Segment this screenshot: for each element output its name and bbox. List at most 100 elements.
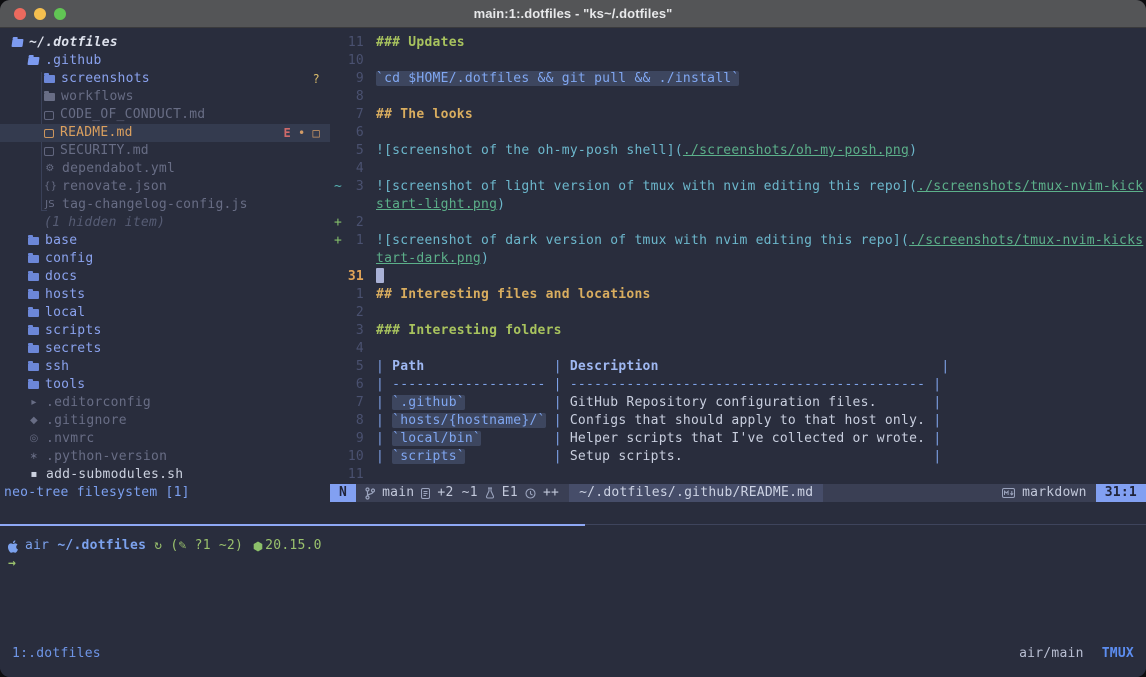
- editor-line[interactable]: 4: [330, 340, 1146, 358]
- editor-cursor: [376, 268, 384, 283]
- tree-item[interactable]: ~/.dotfiles: [0, 34, 330, 52]
- line-number: 6: [342, 376, 364, 394]
- folder-icon: [28, 309, 39, 317]
- status-badge: E: [284, 124, 291, 142]
- folder-icon: [11, 39, 23, 47]
- prompt-arrow[interactable]: →: [8, 555, 16, 573]
- line-number: 9: [342, 430, 364, 448]
- tree-item[interactable]: scripts: [0, 322, 330, 340]
- gutter-sign: [330, 250, 342, 268]
- editor-line[interactable]: +1![screenshot of dark version of tmux w…: [330, 232, 1146, 250]
- editor-line[interactable]: 10: [330, 52, 1146, 70]
- tree-item-label: (1 hidden item): [44, 214, 165, 232]
- window-titlebar: main:1:.dotfiles - "ks~/.dotfiles": [0, 0, 1146, 28]
- editor-line[interactable]: 5![screenshot of the oh-my-posh shell](.…: [330, 142, 1146, 160]
- line-number: 4: [342, 160, 364, 178]
- editor-line[interactable]: tart-dark.png): [330, 250, 1146, 268]
- tree-item[interactable]: tools: [0, 376, 330, 394]
- editor-line[interactable]: start-light.png): [330, 196, 1146, 214]
- tmux-pane-border-inactive[interactable]: [585, 524, 1146, 525]
- tree-item[interactable]: ▸.editorconfig: [0, 394, 330, 412]
- flask-icon: [485, 487, 495, 499]
- editor-line[interactable]: 6 | ------------------- | ---------------…: [330, 376, 1146, 394]
- editor-buffer[interactable]: 11### Updates109`cd $HOME/.dotfiles && g…: [330, 34, 1146, 484]
- editor-line[interactable]: 11### Updates: [330, 34, 1146, 52]
- tree-item[interactable]: ◎.nvmrc: [0, 430, 330, 448]
- file-icon: [44, 147, 54, 156]
- statusline-extra: ++: [543, 484, 559, 502]
- editor-line[interactable]: 6: [330, 124, 1146, 142]
- tree-item[interactable]: .github: [0, 52, 330, 70]
- tree-item[interactable]: local: [0, 304, 330, 322]
- git-sync-icon: ↻: [154, 537, 162, 555]
- status-row: neo-tree filesystem [1] N main +2 ~1 E1: [0, 484, 1146, 502]
- editor-line[interactable]: 7| `.github` | GitHub Repository configu…: [330, 394, 1146, 412]
- line-number: 10: [342, 448, 364, 466]
- tree-item[interactable]: config: [0, 250, 330, 268]
- editor-line[interactable]: 11: [330, 466, 1146, 484]
- shell-pane[interactable]: air ~/.dotfiles ↻ (✎ ?1 ~2) 20.15.0 → 1:…: [0, 502, 1146, 677]
- folder-icon: [28, 363, 39, 371]
- status-badge: ?: [313, 70, 320, 88]
- tree-item[interactable]: ▪add-submodules.sh: [0, 466, 330, 484]
- tree-item[interactable]: JS tag-changelog-config.js: [0, 196, 330, 214]
- tree-item[interactable]: docs: [0, 268, 330, 286]
- line-text: ## The looks: [376, 106, 473, 124]
- tmux-pane-border-active[interactable]: [0, 524, 585, 526]
- editor-line[interactable]: 7## The looks: [330, 106, 1146, 124]
- folder-icon: [28, 291, 39, 299]
- tree-item[interactable]: README.mdE•□: [0, 124, 330, 142]
- close-button[interactable]: [14, 8, 26, 20]
- editor-line[interactable]: 8| `hosts/{hostname}/` | Configs that sh…: [330, 412, 1146, 430]
- editor-line[interactable]: 9 `cd $HOME/.dotfiles && git pull && ./in…: [330, 70, 1146, 88]
- tmux-window-name[interactable]: 1:.dotfiles: [12, 645, 101, 663]
- tree-item-label: local: [45, 304, 85, 322]
- line-number: 9: [342, 70, 364, 88]
- zoom-button[interactable]: [54, 8, 66, 20]
- line-text: `cd $HOME/.dotfiles && git pull && ./ins…: [376, 70, 739, 88]
- gutter-sign: +: [330, 232, 342, 250]
- minimize-button[interactable]: [34, 8, 46, 20]
- editor-line[interactable]: 8: [330, 88, 1146, 106]
- tree-item[interactable]: SECURITY.md: [0, 142, 330, 160]
- tree-item[interactable]: workflows: [0, 88, 330, 106]
- tree-item[interactable]: CODE_OF_CONDUCT.md: [0, 106, 330, 124]
- editor-line[interactable]: 9| `local/bin` | Helper scripts that I'v…: [330, 430, 1146, 448]
- gutter-sign: [330, 304, 342, 322]
- line-number: 6: [342, 124, 364, 142]
- editor-line[interactable]: 1## Interesting files and locations: [330, 286, 1146, 304]
- tree-item[interactable]: hosts: [0, 286, 330, 304]
- tmux-status-bar: 1:.dotfiles air/main TMUX: [0, 645, 1146, 663]
- editor-line[interactable]: 5| Path | Description |: [330, 358, 1146, 376]
- editor-line[interactable]: ~3![screenshot of light version of tmux …: [330, 178, 1146, 196]
- folder-icon: [28, 327, 39, 335]
- js-icon: JS: [44, 196, 56, 214]
- tree-item[interactable]: (1 hidden item): [0, 214, 330, 232]
- square-icon: ▪: [28, 466, 40, 484]
- line-text: | ------------------- | ----------------…: [376, 376, 941, 394]
- tree-item[interactable]: {}renovate.json: [0, 178, 330, 196]
- tree-item[interactable]: secrets: [0, 340, 330, 358]
- tree-item[interactable]: ⚙dependabot.yml: [0, 160, 330, 178]
- tree-item[interactable]: base: [0, 232, 330, 250]
- git-status: (✎ ?1 ~2): [170, 537, 243, 555]
- editor-line[interactable]: +2: [330, 214, 1146, 232]
- line-text: [376, 268, 384, 286]
- tree-item[interactable]: ∗.python-version: [0, 448, 330, 466]
- neotree-sidebar[interactable]: ~/.dotfiles.githubscreenshots?workflowsC…: [0, 34, 330, 484]
- gutter-sign: [330, 124, 342, 142]
- editor-line[interactable]: 3### Interesting folders: [330, 322, 1146, 340]
- tree-item-label: tag-changelog-config.js: [62, 196, 248, 214]
- editor-line[interactable]: 2: [330, 304, 1146, 322]
- editor-line[interactable]: 31: [330, 268, 1146, 286]
- terminal-screen: ~/.dotfiles.githubscreenshots?workflowsC…: [0, 28, 1146, 677]
- tmux-session-name: air/main: [1019, 645, 1084, 663]
- editor-line[interactable]: 10| `scripts` | Setup scripts. |: [330, 448, 1146, 466]
- gutter-sign: [330, 88, 342, 106]
- git-branch-name: main: [382, 484, 414, 502]
- tree-item[interactable]: ◆.gitignore: [0, 412, 330, 430]
- tree-item[interactable]: ssh: [0, 358, 330, 376]
- editor-line[interactable]: 4: [330, 160, 1146, 178]
- tree-item[interactable]: screenshots?: [0, 70, 330, 88]
- gutter-sign: [330, 394, 342, 412]
